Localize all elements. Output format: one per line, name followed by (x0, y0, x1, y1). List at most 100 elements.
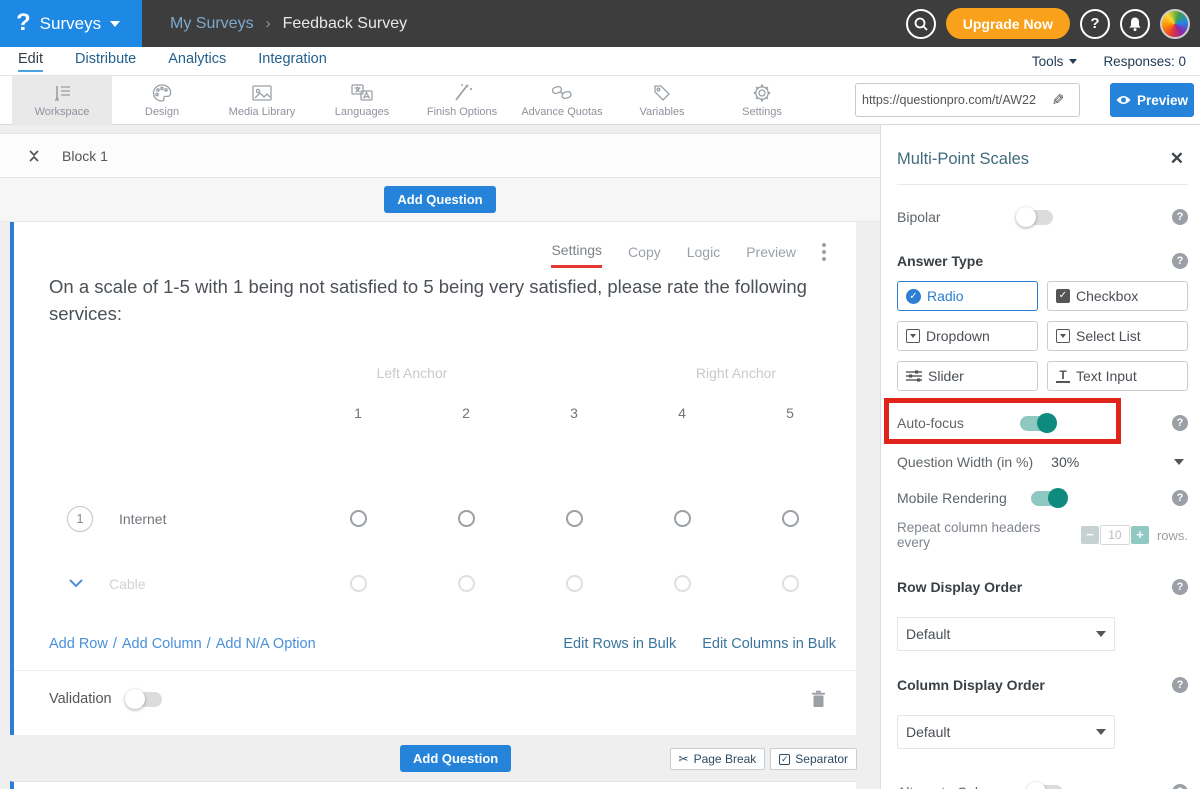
checkbox-icon (779, 754, 790, 765)
add-column-link[interactable]: Add Column (122, 636, 202, 652)
page-break-button[interactable]: Page Break (670, 748, 766, 770)
answer-type-dropdown[interactable]: Dropdown (897, 321, 1038, 351)
answer-type-checkbox[interactable]: Checkbox (1047, 281, 1188, 311)
question-width-value[interactable]: 30% (1051, 454, 1079, 470)
toolbar-label: Variables (639, 106, 684, 118)
radio-option[interactable] (350, 510, 367, 527)
bipolar-toggle[interactable] (1017, 210, 1053, 225)
radio-option[interactable] (674, 510, 691, 527)
help-button[interactable]: ? (1080, 9, 1110, 39)
radio-option[interactable] (782, 510, 799, 527)
validation-toggle[interactable] (126, 692, 162, 707)
more-options-kebab-icon[interactable] (822, 243, 826, 267)
row-label-internet[interactable]: Internet (119, 511, 166, 527)
radio-option[interactable] (566, 575, 583, 592)
radio-option[interactable] (674, 575, 691, 592)
image-icon (251, 83, 273, 103)
help-icon[interactable] (1172, 490, 1188, 506)
toolbar-item-finish-options[interactable]: Finish Options (412, 76, 512, 125)
question-tab-copy[interactable]: Copy (628, 244, 661, 267)
answer-type-radio[interactable]: Radio (897, 281, 1038, 311)
answer-type-label-text: Dropdown (926, 328, 990, 344)
row-display-order-select[interactable]: Default (897, 617, 1115, 651)
chevron-down-icon (1096, 729, 1106, 735)
tab-analytics[interactable]: Analytics (168, 51, 226, 72)
column-header-4[interactable]: 4 (678, 405, 686, 421)
auto-focus-toggle[interactable] (1020, 416, 1056, 431)
toolbar-item-languages[interactable]: Languages (312, 76, 412, 125)
radio-option[interactable] (458, 510, 475, 527)
toolbar-item-media-library[interactable]: Media Library (212, 76, 312, 125)
column-header-2[interactable]: 2 (462, 405, 470, 421)
help-icon[interactable] (1172, 579, 1188, 595)
mobile-rendering-toggle[interactable] (1031, 491, 1067, 506)
tools-menu[interactable]: Tools (1032, 54, 1078, 69)
toolbar-item-settings[interactable]: Settings (712, 76, 812, 125)
upgrade-now-button[interactable]: Upgrade Now (946, 8, 1070, 39)
help-icon[interactable] (1172, 784, 1188, 789)
row-index-badge[interactable]: 1 (67, 506, 93, 532)
matrix-actions: Add Row Add Column Add N/A Option Edit R… (49, 636, 836, 652)
close-panel-icon[interactable] (1170, 149, 1184, 169)
add-question-button-bottom[interactable]: Add Question (400, 745, 511, 772)
repeat-headers-label: Repeat column headers every (897, 520, 1069, 550)
answer-type-label: Answer Type (897, 253, 983, 269)
tab-integration[interactable]: Integration (258, 51, 327, 72)
help-icon[interactable] (1172, 415, 1188, 431)
notifications-button[interactable] (1120, 9, 1150, 39)
answer-type-select-list[interactable]: Select List (1047, 321, 1188, 351)
delete-question-trash-icon[interactable] (811, 690, 826, 708)
radio-option[interactable] (458, 575, 475, 592)
add-row-link[interactable]: Add Row (49, 636, 108, 652)
collapse-block-icon[interactable] (28, 150, 40, 162)
tab-edit[interactable]: Edit (18, 51, 43, 72)
column-header-1[interactable]: 1 (354, 405, 362, 421)
help-icon[interactable] (1172, 677, 1188, 693)
radio-option[interactable] (350, 575, 367, 592)
separator-button[interactable]: Separator (770, 748, 857, 770)
toolbar-item-design[interactable]: Design (112, 76, 212, 125)
left-anchor-label[interactable]: Left Anchor (304, 365, 520, 381)
preview-button[interactable]: Preview (1110, 83, 1194, 117)
chevron-down-icon[interactable] (1174, 459, 1184, 465)
toolbar-item-workspace[interactable]: Workspace (12, 76, 112, 125)
search-button[interactable] (906, 9, 936, 39)
survey-url-input[interactable] (856, 85, 1042, 115)
add-na-option-link[interactable]: Add N/A Option (216, 636, 316, 652)
answer-type-text-input[interactable]: T Text Input (1047, 361, 1188, 391)
toolbar-item-variables[interactable]: Variables (612, 76, 712, 125)
increment-button[interactable]: + (1131, 526, 1149, 544)
toolbar-item-advance-quotas[interactable]: Advance Quotas (512, 76, 612, 125)
edit-columns-in-bulk-link[interactable]: Edit Columns in Bulk (702, 636, 836, 652)
bipolar-label: Bipolar (897, 209, 941, 225)
row-chevron-down-icon[interactable] (69, 579, 83, 588)
block-title[interactable]: Block 1 (62, 148, 108, 164)
decrement-button[interactable]: − (1081, 526, 1099, 544)
column-header-5[interactable]: 5 (786, 405, 794, 421)
column-header-3[interactable]: 3 (570, 405, 578, 421)
question-text[interactable]: On a scale of 1-5 with 1 being not satis… (49, 274, 816, 328)
question-tab-settings[interactable]: Settings (551, 242, 602, 268)
help-icon[interactable] (1172, 253, 1188, 269)
radio-option[interactable] (782, 575, 799, 592)
repeat-headers-input[interactable] (1100, 525, 1130, 545)
radio-option[interactable] (566, 510, 583, 527)
add-question-button[interactable]: Add Question (384, 186, 495, 213)
slash-separator (113, 636, 117, 652)
product-switcher[interactable]: ? Surveys (0, 0, 142, 47)
row-label-cable[interactable]: Cable (109, 576, 146, 592)
help-icon[interactable] (1172, 209, 1188, 225)
answer-type-label-text: Text Input (1076, 368, 1137, 384)
tab-distribute[interactable]: Distribute (75, 51, 136, 72)
question-tab-preview[interactable]: Preview (746, 244, 796, 267)
right-anchor-label[interactable]: Right Anchor (628, 365, 844, 381)
breadcrumb-my-surveys[interactable]: My Surveys (170, 15, 254, 33)
edit-rows-in-bulk-link[interactable]: Edit Rows in Bulk (563, 636, 676, 652)
answer-type-slider[interactable]: Slider (897, 361, 1038, 391)
user-avatar[interactable] (1160, 9, 1190, 39)
column-display-order-select[interactable]: Default (897, 715, 1115, 749)
alternate-colors-toggle[interactable] (1027, 785, 1063, 789)
edit-url-pencil-icon[interactable]: ✎ (1042, 91, 1074, 109)
question-tab-logic[interactable]: Logic (687, 244, 720, 267)
preview-label: Preview (1137, 93, 1188, 108)
